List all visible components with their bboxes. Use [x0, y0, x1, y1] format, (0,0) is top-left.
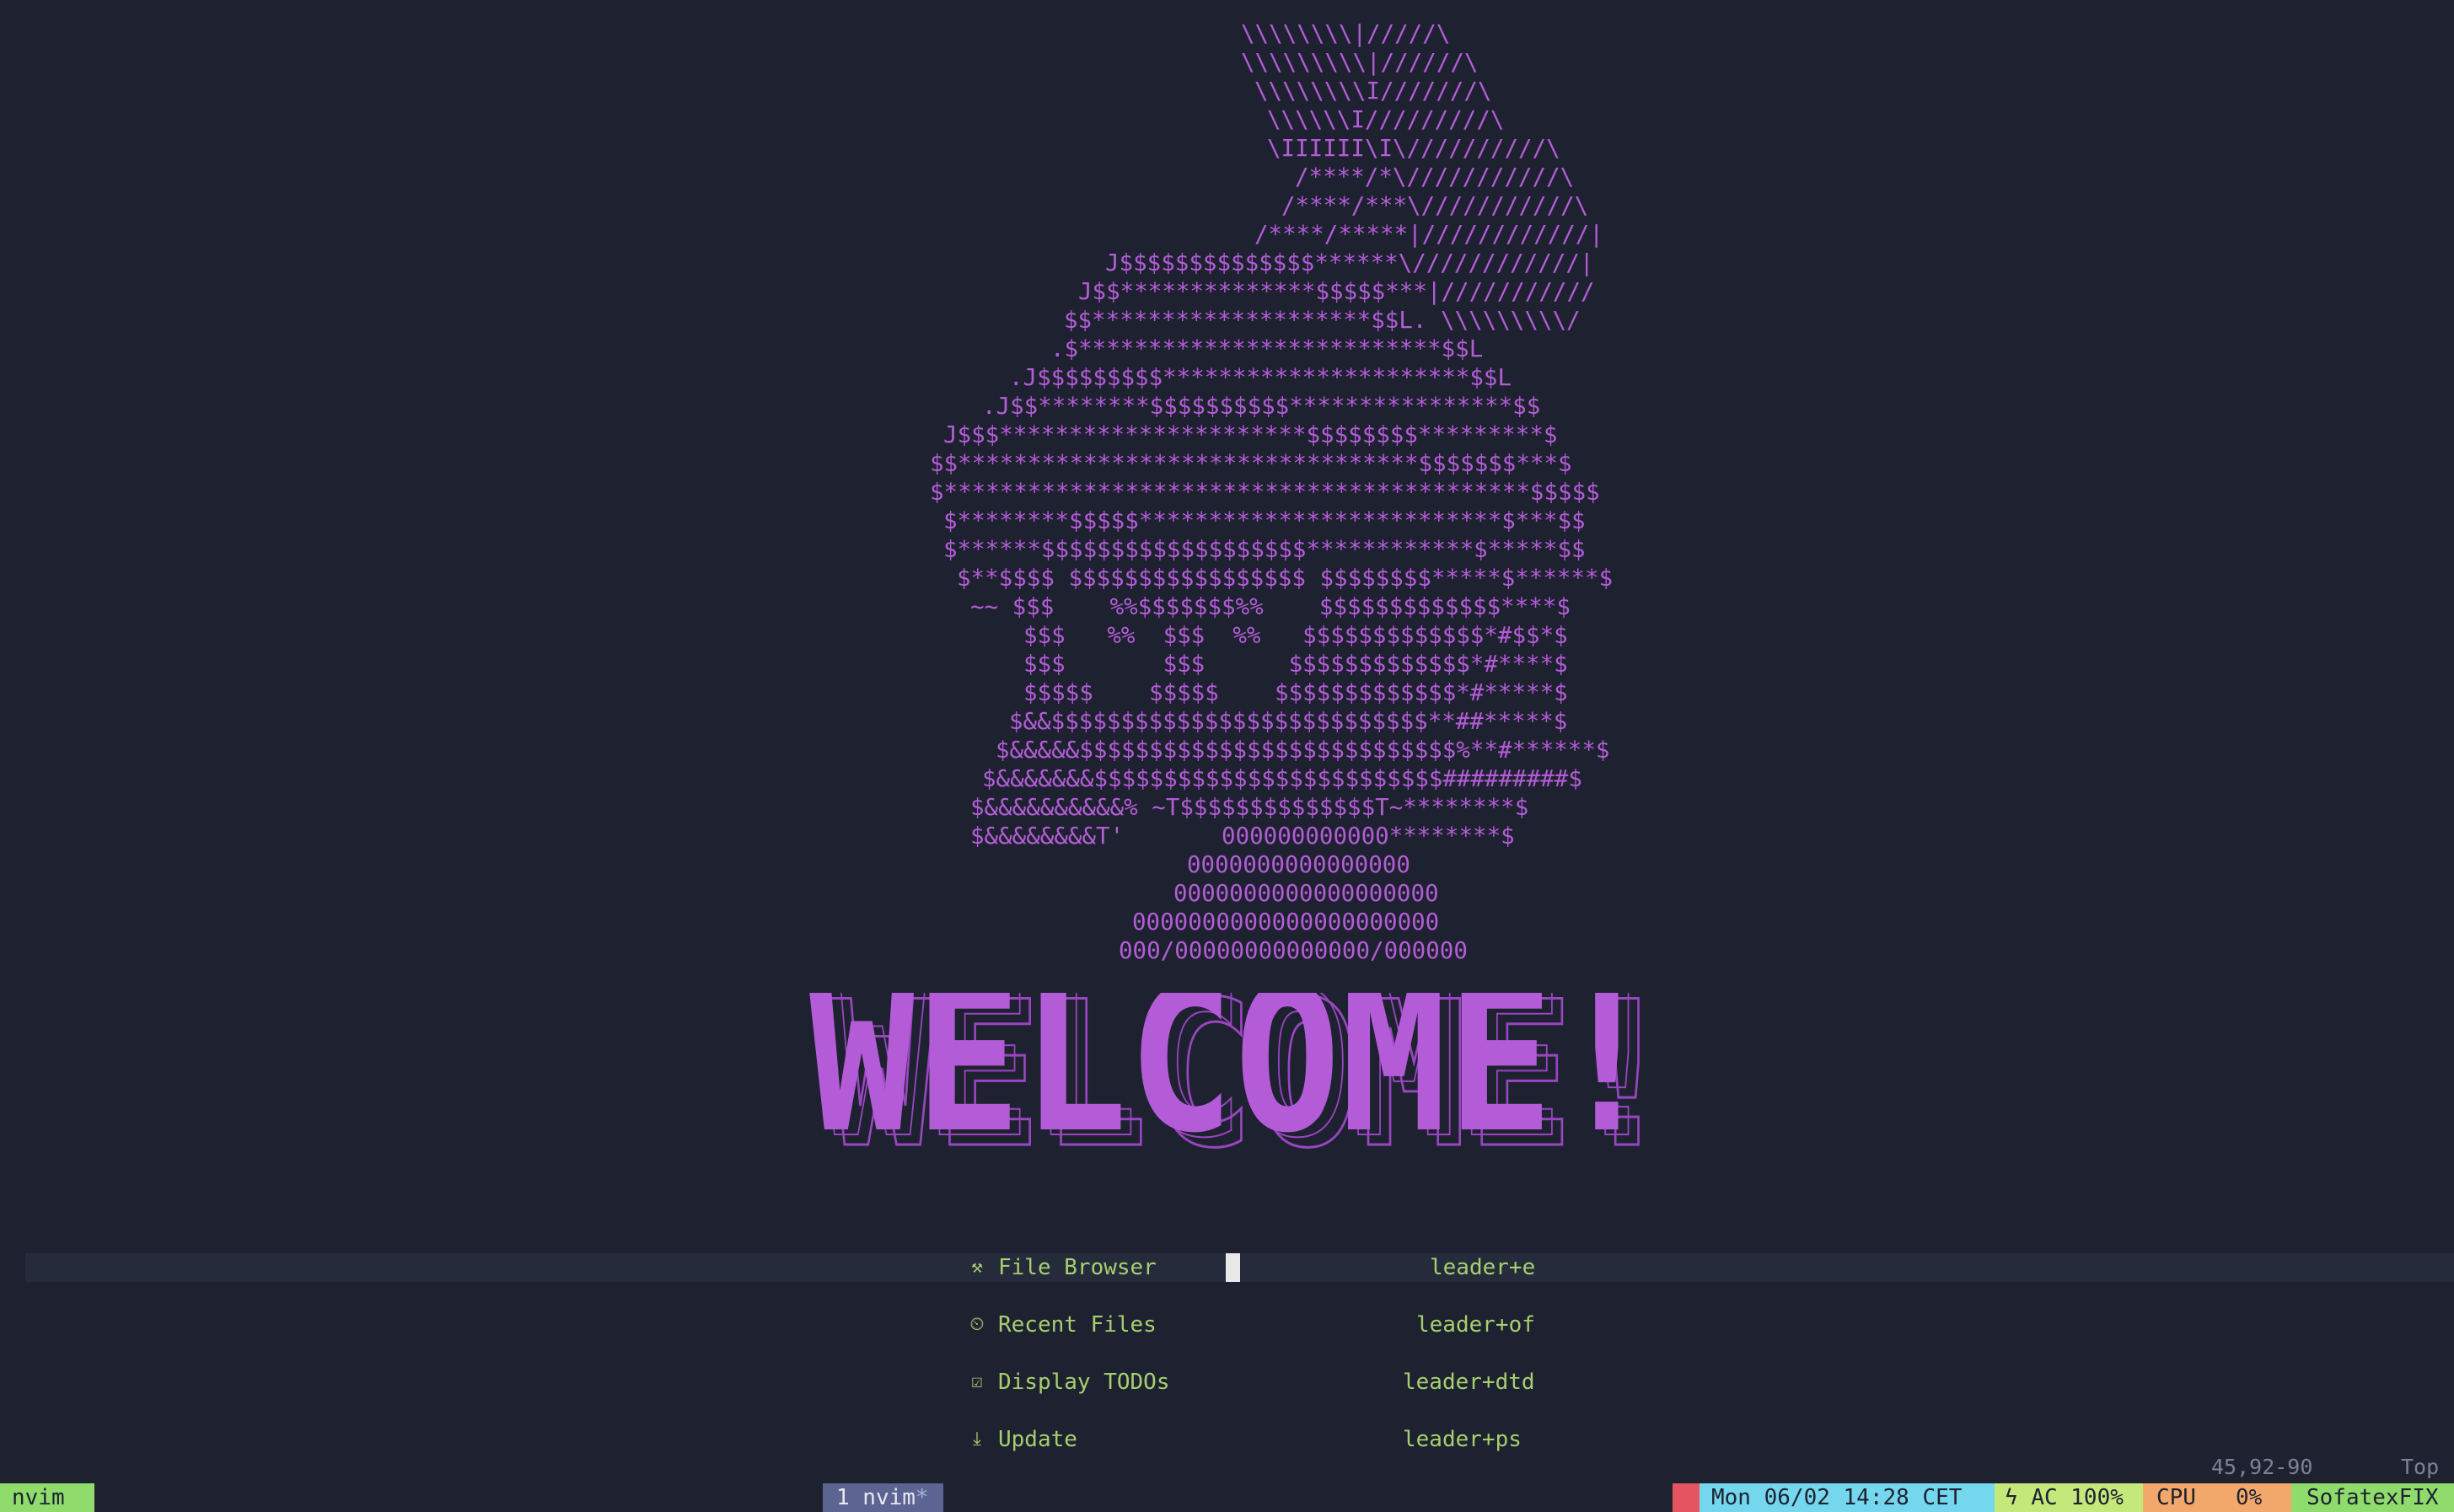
file-browser-icon: ⚒: [971, 1257, 983, 1278]
ascii-art-line: .J$$$$$$$$$**********************$$L: [1009, 364, 1512, 391]
ascii-art-line: J$$$**********************$$$$$$$$******…: [943, 421, 1558, 448]
ascii-art-line: \\\\\\\\\|//////\: [1241, 49, 1479, 76]
window-tab-label: 1 nvim: [836, 1485, 916, 1510]
power-icon: ϟ: [2005, 1485, 2018, 1510]
power-status: AC 100%: [2031, 1485, 2124, 1510]
window-flag: *: [915, 1485, 929, 1510]
ascii-art-line: \\\\\\I/////////\: [1267, 106, 1505, 133]
cpu-label: CPU: [2156, 1485, 2196, 1510]
ascii-art-line: $&&&&&$$$$$$$$$$$$$$$$$$$$$$$$$$$%**#***…: [996, 737, 1610, 764]
ascii-art-line: $**$$$$ $$$$$$$$$$$$$$$$$ $$$$$$$$*****$…: [957, 565, 1614, 592]
ascii-art-line: \\\\\\\\|/////\: [1241, 20, 1451, 47]
ascii-art-line: $&&&&&&&$$$$$$$$$$$$$$$$$$$$$$$$$#######…: [982, 765, 1582, 792]
recent-files-icon: ⏲: [969, 1314, 985, 1335]
scroll-position: Top: [2401, 1455, 2440, 1479]
hostname: SofatexFIX: [2291, 1483, 2454, 1512]
ascii-art-line: .J$$********$$$$$$$$$$****************$$: [982, 393, 1541, 420]
ascii-art-line: $$*********************************$$$$$…: [930, 450, 1572, 477]
ascii-art-line: ~~ $$$ %%$$$$$$$%% $$$$$$$$$$$$$****$: [970, 593, 1571, 620]
ascii-art-line: $********$$$$$**************************…: [943, 507, 1586, 534]
ascii-art-line: $******$$$$$$$$$$$$$$$$$$$************$*…: [943, 536, 1586, 563]
menu-item-file-browser[interactable]: ⚒ File Browser leader+e: [968, 1253, 1541, 1282]
ascii-art-line: .$**************************$$L: [1050, 335, 1484, 362]
ascii-art-line: J$$**************$$$$$***|///////////: [1078, 278, 1595, 305]
menu-item-shortcut: leader+of: [1416, 1312, 1535, 1338]
menu-item-recent-files[interactable]: ⏲ Recent Files leader+of: [968, 1311, 1541, 1339]
power-widget: ϟ AC 100%: [1995, 1483, 2143, 1512]
ascii-art-line: $&&$$$$$$$$$$$$$$$$$$$$$$$$$$$**##*****$: [1009, 708, 1568, 735]
menu-item-shortcut: leader+e: [1430, 1255, 1536, 1280]
cpu-widget: CPU 0%: [2143, 1483, 2291, 1512]
ascii-art-line: $&&&&&&&&&&% ~T$$$$$$$$$$$$$$T~********$: [970, 794, 1529, 821]
ascii-art-line: J$$$$$$$$$$$$$$******\////////////|: [1105, 249, 1594, 276]
ascii-art-line: 0000000000000000: [1187, 851, 1410, 878]
todo-check-icon: ☑: [971, 1371, 983, 1392]
ascii-art-line: $$$$$ $$$$$ $$$$$$$$$$$$$*#*****$: [1023, 679, 1568, 706]
datetime-widget: Mon 06/02 14:28 CET: [1700, 1483, 1995, 1512]
text-cursor: [1226, 1253, 1240, 1282]
menu-item-update[interactable]: ⤓ Update leader+ps: [968, 1425, 1541, 1454]
cpu-value: 0%: [2236, 1485, 2263, 1510]
ascii-art-line: /****/***\///////////\: [1281, 192, 1589, 219]
ascii-art-line: $$$ $$$ $$$$$$$$$$$$$*#****$: [1023, 651, 1568, 678]
welcome-banner-text: WELCOME!: [808, 993, 1660, 1158]
menu-item-label: Recent Files: [998, 1312, 1157, 1338]
alert-indicator: [1673, 1483, 1700, 1512]
ascii-art-line: \IIIIII\I\//////////\: [1267, 135, 1560, 162]
update-download-icon: ⤓: [973, 1429, 981, 1450]
menu-item-label: Display TODOs: [998, 1370, 1170, 1395]
window-tab[interactable]: 1 nvim*: [823, 1483, 943, 1512]
ascii-art-line: 0000000000000000000: [1173, 880, 1439, 907]
ascii-art-line: \\\\\\\\I///////\: [1254, 78, 1492, 105]
ascii-art-line: $***************************************…: [930, 479, 1600, 506]
ascii-art-line: /****/*\///////////\: [1295, 164, 1575, 190]
menu-item-shortcut: leader+ps: [1403, 1427, 1522, 1452]
tmux-status-bar: nvim 1 nvim* Mon 06/02 14:28 CET ϟ AC 10…: [0, 1483, 2454, 1512]
ascii-art-line: 000/00000000000000/000000: [1119, 937, 1468, 964]
ascii-art-line: 0000000000000000000000: [1132, 909, 1440, 936]
session-name[interactable]: nvim: [0, 1483, 94, 1512]
menu-item-shortcut: leader+dtd: [1403, 1370, 1535, 1395]
welcome-banner: WELCOME! WELCOME! WELCOME!: [808, 993, 1682, 1158]
ascii-art-line: $&&&&&&&&T' 000000000000********$: [970, 823, 1515, 850]
cursor-position: 45,92-90: [2211, 1455, 2313, 1479]
menu-item-label: File Browser: [998, 1255, 1157, 1280]
ascii-art-line: $$********************$$L. \\\\\\\\\/: [1064, 307, 1581, 334]
menu-item-display-todos[interactable]: ☑ Display TODOs leader+dtd: [968, 1368, 1541, 1397]
menu-item-label: Update: [998, 1427, 1077, 1452]
ascii-art-line: $$$ %% $$$ %% $$$$$$$$$$$$$*#$$*$: [1023, 622, 1568, 649]
ascii-art-line: /****/*****|////////////|: [1254, 221, 1603, 248]
